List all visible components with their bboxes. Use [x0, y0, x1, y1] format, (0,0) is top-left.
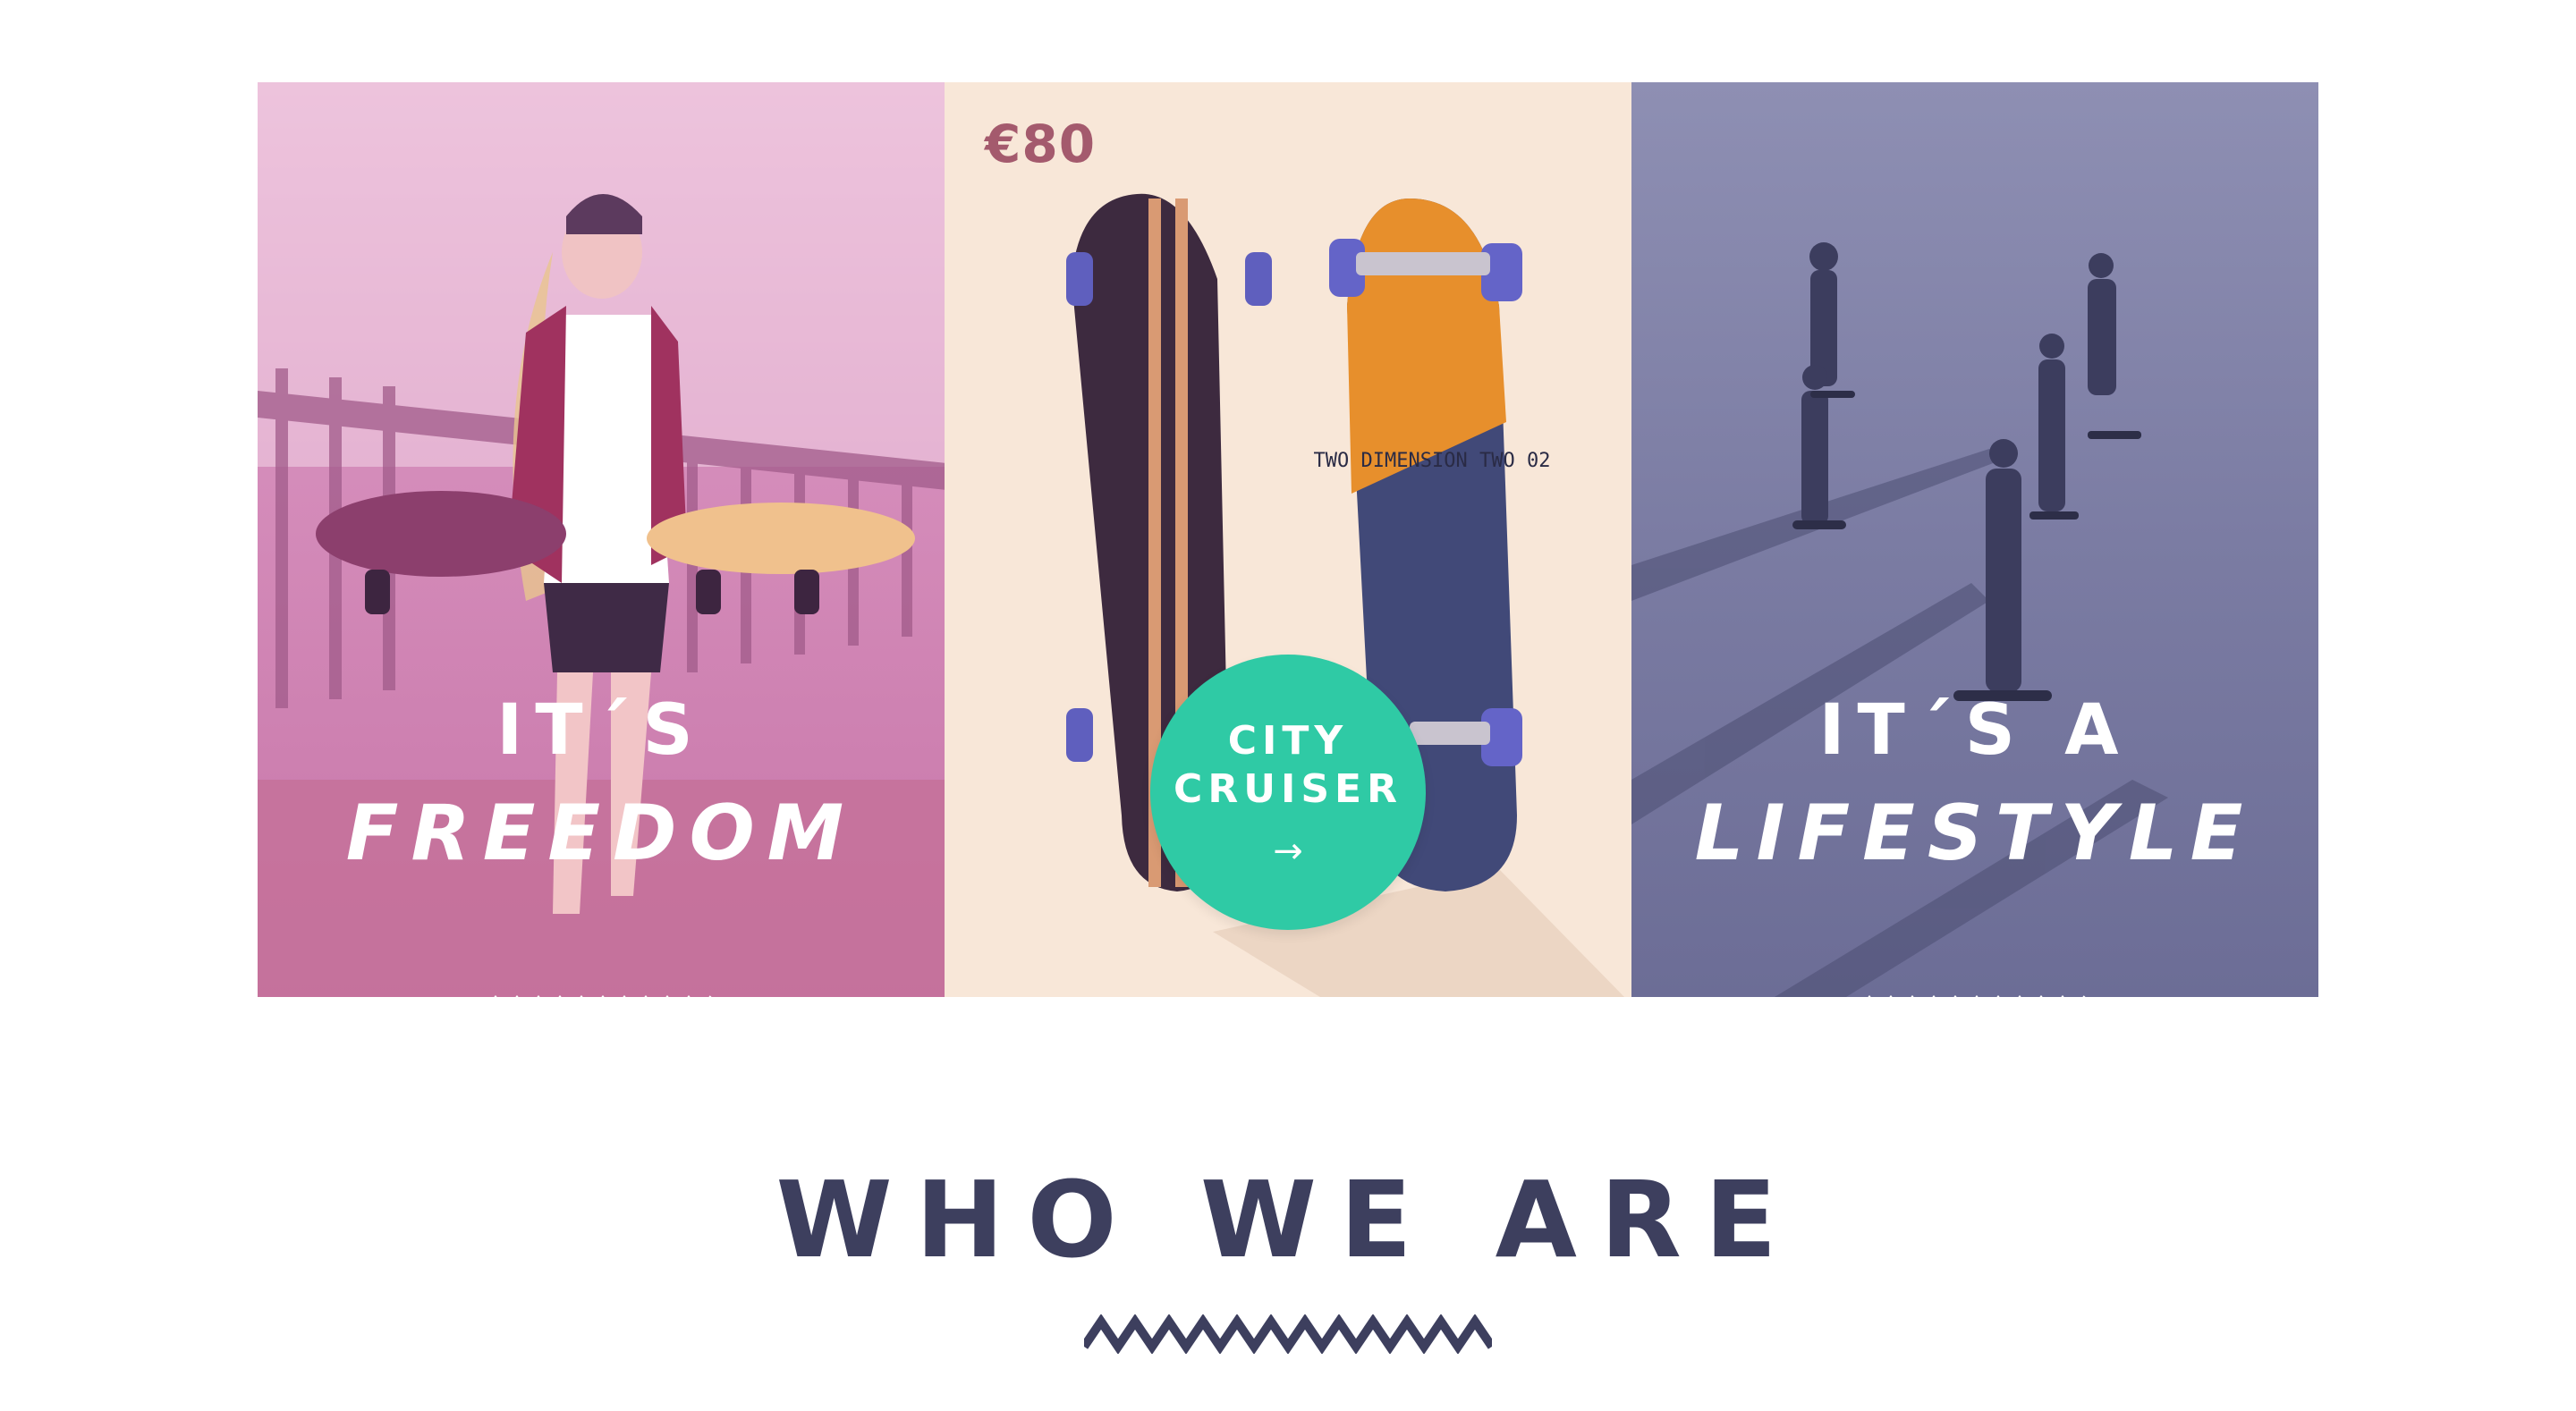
price-label: €80 — [985, 114, 1097, 174]
cta-label-line2: CRUISER — [1174, 766, 1402, 812]
cta-label-line1: CITY — [1227, 718, 1349, 764]
section-title: WHO WE ARE — [775, 1158, 1801, 1281]
zigzag-divider-icon — [494, 994, 712, 997]
freedom-headline-bottom: FREEDOM — [345, 789, 857, 878]
product-panel[interactable]: TWO DIMENSION TWO 02 €80 CITY CRUISER → — [945, 82, 1631, 997]
zigzag-divider-icon — [1084, 1314, 1492, 1354]
freedom-headline-top: IT´S — [496, 690, 706, 771]
board-print-text: TWO DIMENSION TWO 02 — [1314, 450, 1551, 472]
lifestyle-headline-top: IT´S A — [1818, 690, 2131, 771]
city-cruiser-button[interactable]: CITY CRUISER → — [1150, 655, 1426, 930]
zigzag-divider-icon — [1868, 994, 2086, 997]
freedom-panel[interactable]: IT´S FREEDOM — [258, 82, 945, 997]
hero-panels: IT´S FREEDOM TWO DIMENSION TWO 02 €80 CI… — [258, 82, 2318, 997]
lifestyle-headline-bottom: LIFESTYLE — [1694, 789, 2256, 878]
lifestyle-panel[interactable]: IT´S A LIFESTYLE — [1631, 82, 2318, 997]
arrow-right-icon: → — [1273, 831, 1303, 872]
